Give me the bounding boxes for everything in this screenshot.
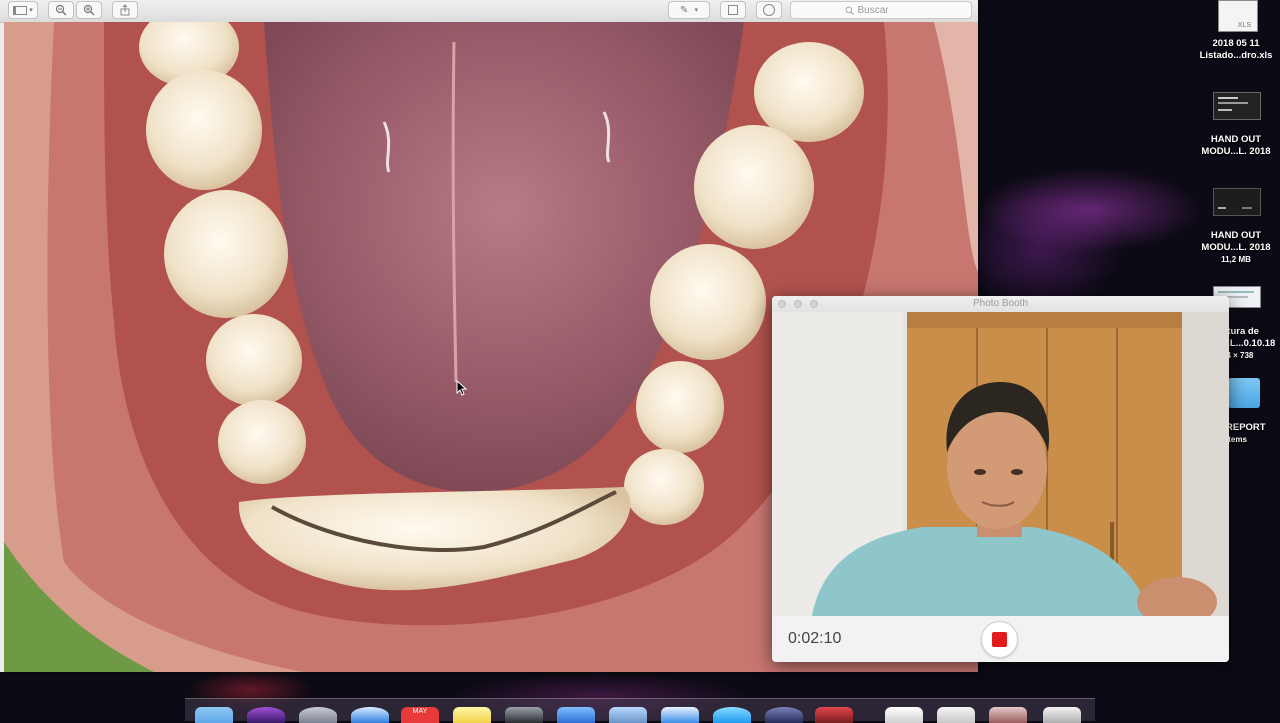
search-input[interactable] xyxy=(857,4,918,16)
chevron-down-icon: ▾ xyxy=(29,7,33,14)
preview-toolbar: ▾ ✎ ▾ xyxy=(0,0,978,23)
desktop-item-handout-1[interactable]: HAND OUT MODU...L. 2018 xyxy=(1196,134,1276,158)
dock: MAY xyxy=(185,698,1095,723)
photo-booth-app-icon[interactable] xyxy=(815,707,853,723)
desktop-item-label: HAND OUT MODU...L. 2018 xyxy=(1201,134,1271,157)
annotate-icon xyxy=(763,4,775,16)
desktop-item-size: 11,2 MB xyxy=(1221,255,1251,264)
desktop-item-report[interactable]: REPORT items xyxy=(1226,422,1280,446)
zoom-out-button[interactable] xyxy=(48,1,74,19)
desktop-item-size: items xyxy=(1226,435,1247,444)
stop-icon xyxy=(992,632,1007,647)
camera-preview xyxy=(772,312,1229,616)
recording-timer: 0:02:10 xyxy=(788,630,842,647)
zoom-in-icon xyxy=(83,4,95,16)
search-icon xyxy=(845,6,854,15)
sidebar-toggle-button[interactable]: ▾ xyxy=(8,1,38,19)
preview-icon[interactable] xyxy=(609,707,647,723)
desktop-item-listado[interactable]: 2018 05 11 Listado...dro.xls xyxy=(1196,38,1276,62)
calendar-month-label: MAY xyxy=(412,708,428,715)
quicktime-icon[interactable] xyxy=(765,707,803,723)
search-field[interactable] xyxy=(790,1,972,19)
desktop-item-label: ctura de ...L...0.10.18 xyxy=(1222,326,1276,349)
zoom-out-icon xyxy=(55,4,67,16)
desktop-item-label: REPORT xyxy=(1226,422,1266,433)
zoom-in-button[interactable] xyxy=(76,1,102,19)
xls-badge: XLS xyxy=(1237,22,1251,29)
rotate-button[interactable] xyxy=(720,1,746,19)
calendar-icon[interactable]: MAY xyxy=(401,707,439,723)
photo-booth-dock-icon[interactable] xyxy=(505,707,543,723)
app-store-icon[interactable] xyxy=(661,707,699,723)
notes-icon[interactable] xyxy=(453,707,491,723)
xls-file-icon[interactable]: XLS xyxy=(1218,0,1258,32)
document-stack-icon[interactable] xyxy=(885,707,923,723)
photo-booth-window: Photo Booth 0:02:10 xyxy=(772,296,1229,662)
finder-icon[interactable] xyxy=(195,707,233,723)
mouse-cursor-icon xyxy=(456,380,468,396)
folder-icon[interactable] xyxy=(1228,378,1260,408)
rotate-icon xyxy=(728,5,738,15)
desktop-item-size: 54 × 738 xyxy=(1222,351,1254,360)
desktop-item-captura[interactable]: ctura de ...L...0.10.18 54 × 738 xyxy=(1222,326,1280,362)
launchpad-icon[interactable] xyxy=(299,707,337,723)
desktop-item-label: 2018 05 11 Listado...dro.xls xyxy=(1199,38,1273,61)
downloads-stack-icon[interactable] xyxy=(937,707,975,723)
photo-booth-controls: 0:02:10 xyxy=(772,616,1229,662)
annotate-button[interactable] xyxy=(756,1,782,19)
document-thumbnail-icon[interactable] xyxy=(1213,188,1261,216)
safari-icon[interactable] xyxy=(351,707,389,723)
keynote-icon[interactable] xyxy=(557,707,595,723)
camera-feed-image xyxy=(772,312,1229,616)
desktop-item-handout-2[interactable]: HAND OUT MODU...L. 2018 11,2 MB xyxy=(1196,230,1276,266)
sidebar-icon xyxy=(13,5,28,15)
markup-button[interactable]: ✎ ▾ xyxy=(668,1,710,19)
desktop-item-label: HAND OUT MODU...L. 2018 xyxy=(1201,230,1271,253)
screenshot-stack-icon[interactable] xyxy=(989,707,1027,723)
chevron-down-icon: ▾ xyxy=(694,7,698,14)
siri-icon[interactable] xyxy=(247,707,285,723)
messages-icon[interactable] xyxy=(713,707,751,723)
markup-pen-icon: ✎ xyxy=(680,4,689,16)
share-icon xyxy=(120,4,130,16)
trash-icon[interactable] xyxy=(1043,707,1081,723)
document-thumbnail-icon[interactable] xyxy=(1213,92,1261,120)
share-button[interactable] xyxy=(112,1,138,19)
photo-booth-title: Photo Booth xyxy=(972,298,1029,309)
photo-booth-titlebar[interactable]: Photo Booth xyxy=(772,296,1229,313)
stop-recording-button[interactable] xyxy=(981,621,1018,658)
